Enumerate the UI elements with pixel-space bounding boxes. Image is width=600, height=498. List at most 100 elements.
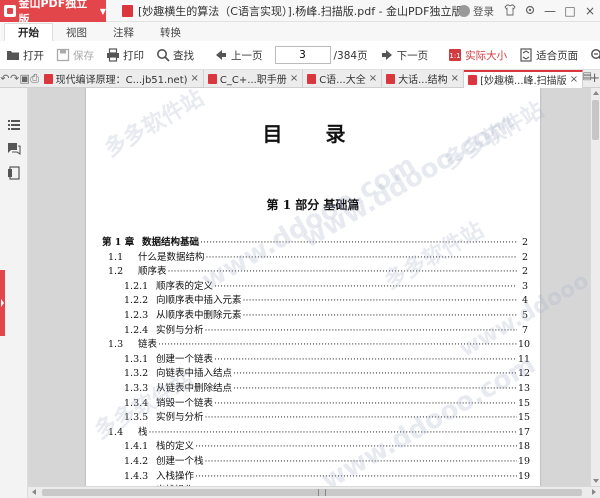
toc-text: 什么是数据结构 [138,251,205,263]
close-tab-icon[interactable]: × [369,73,377,84]
zoom-button[interactable]: 缩 [590,48,600,63]
doc-tab[interactable]: 大话...结构 × [382,70,465,87]
toc-number: 1.3.1 [124,353,149,365]
toc-row[interactable]: 1.3.4 销毁一个链表 15 [102,395,531,410]
find-button[interactable]: 查找 [156,48,194,63]
toc-page: 15 [518,412,531,424]
toc-page: 13 [518,382,531,394]
toc-leader [205,456,517,467]
toc-row[interactable]: 1.3.5 实例与分析 15 [102,409,531,424]
undo-icon[interactable]: ↶ [0,72,10,85]
print-small-icon[interactable]: ⎙ [30,72,40,86]
redo-icon[interactable]: ↷ [10,72,20,85]
toc-row[interactable]: 1.4.1 栈的定义 18 [102,438,531,453]
maximize-button[interactable]: □ [560,4,580,18]
toc-row[interactable]: 1.3.3 从链表中删除结点 13 [102,380,531,395]
toc-page: 18 [518,441,531,453]
close-tab-icon[interactable]: × [191,73,199,84]
toc-number: 1.2.4 [124,324,149,336]
toc-row[interactable]: 1.4.3 入栈操作 19 [102,468,530,483]
toc-leader [214,398,517,409]
toc-text: 销毁一个链表 [156,397,214,409]
close-tab-icon[interactable]: × [451,73,459,84]
toc-number: 1.4.3 [124,470,149,482]
tab-annotate[interactable]: 注释 [100,23,147,41]
toc-text: 链表 [138,339,158,351]
tab-start[interactable]: 开始 [4,23,53,41]
fit-page-button[interactable]: 适合页面 [519,48,578,63]
toc-row[interactable]: 1.4 栈 17 [102,424,531,439]
prev-page-button[interactable]: 上一页 [214,48,263,63]
open-button[interactable]: 打开 [6,48,44,63]
doc-tab[interactable]: C语...大全 × [303,70,383,87]
toc-row[interactable]: 1.2.2 向顺序表中插入元素 4 [102,292,528,307]
toc-page: 5 [521,309,528,321]
scroll-thumb[interactable] [592,100,599,140]
toc-page: 12 [518,368,531,380]
table-of-contents: 第 1 章数据结构基础 2 1.1 什么是数据结构 2 1.2 顺序表 2 1.2.1 顺序表的定… [102,234,531,486]
shirt-icon[interactable] [500,4,520,19]
toc-text: 从链表中删除结点 [156,382,233,394]
close-button[interactable]: × [580,4,600,18]
toc-leader [233,383,517,394]
avatar-icon [458,5,470,17]
toc-page: 17 [518,426,531,438]
actual-size-icon: 1:1 [448,48,462,62]
pdf-file-icon [207,73,217,84]
close-tab-icon[interactable]: × [570,74,578,85]
sidebar-toggle-handle[interactable] [0,270,5,336]
scroll-thumb[interactable] [42,489,582,496]
scroll-right-icon[interactable] [592,489,596,495]
toc-row[interactable]: 1.2.4 实例与分析 7 [102,322,528,337]
toc-text: 实例与分析 [156,412,204,424]
toc-number: 1.4.2 [124,455,149,467]
toc-row[interactable]: 1.3.1 创建一个链表 11 [102,351,530,366]
toc-leader [233,368,517,379]
tab-list-icon[interactable]: ▤ [583,71,592,82]
tab-view[interactable]: 视图 [53,23,100,41]
toc-row[interactable]: 1.3 链表 10 [102,336,530,351]
document-canvas[interactable]: 目 录 第 1 部分 基础篇 第 1 章数据结构基础21.1什么是数据结构21.… [28,88,600,486]
app-menu-button[interactable]: 金山PDF独立版 ▼ [0,0,106,26]
list-icon[interactable] [7,118,21,132]
toc-page: 19 [518,455,531,467]
tab-convert[interactable]: 转换 [147,23,194,41]
next-page-button[interactable]: 下一页 [380,48,428,63]
doc-tab-active[interactable]: [妙趣横...峰.扫描版 × [464,69,584,88]
toc-row[interactable]: 1.2 顺序表 2 [102,263,528,278]
scroll-left-icon[interactable] [32,489,36,495]
horizontal-scrollbar[interactable] [28,486,600,498]
toc-page: 15 [518,397,531,409]
close-tab-icon[interactable]: × [290,73,298,84]
toc-number: 第 1 章 [102,237,135,248]
minimize-button[interactable]: — [540,4,560,18]
toc-row[interactable]: 1.2.1 顺序表的定义 3 [102,278,528,293]
comment-icon[interactable] [7,142,21,156]
toc-leader [214,281,517,292]
pdf-file-icon [307,73,317,84]
scroll-up-icon[interactable] [593,91,599,95]
print-button[interactable]: 打印 [106,48,144,63]
doc-tab[interactable]: 现代编译原理：C...jb51.net) × [40,70,204,87]
toc-text: 顺序表 [138,266,167,278]
page-total: /384页 [333,49,368,62]
toc-row[interactable]: 1.4.2 创建一个栈 19 [102,453,531,468]
vertical-scrollbar[interactable] [590,88,600,486]
toc-row[interactable]: 1.1 什么是数据结构 2 [102,249,528,264]
save-small-icon[interactable]: ▣ [20,72,30,85]
bookmark-icon[interactable] [7,166,21,180]
toc-page: 2 [521,266,528,278]
save-button[interactable]: 保存 [56,48,94,63]
toc-page: 2 [521,251,528,263]
doc-tab[interactable]: C_C+...职手册 × [204,70,304,87]
toc-row[interactable]: 第 1 章数据结构基础 2 [102,234,528,249]
actual-size-button[interactable]: 1:1 实际大小 [448,48,507,63]
login-button[interactable]: 登录 [458,4,494,19]
title-bar: 金山PDF独立版 ▼ [妙趣横生的算法（C语言实现）].杨峰.扫描版.pdf -… [0,0,600,26]
page-number-input[interactable] [274,46,331,64]
toc-number: 1.3.5 [124,412,149,424]
toc-row[interactable]: 1.3.2 向链表中插入结点 12 [102,365,531,380]
toc-row[interactable]: 1.2.3 从顺序表中删除元素 5 [102,307,528,322]
scroll-down-icon[interactable] [593,479,599,483]
gear-icon[interactable] [520,4,540,19]
